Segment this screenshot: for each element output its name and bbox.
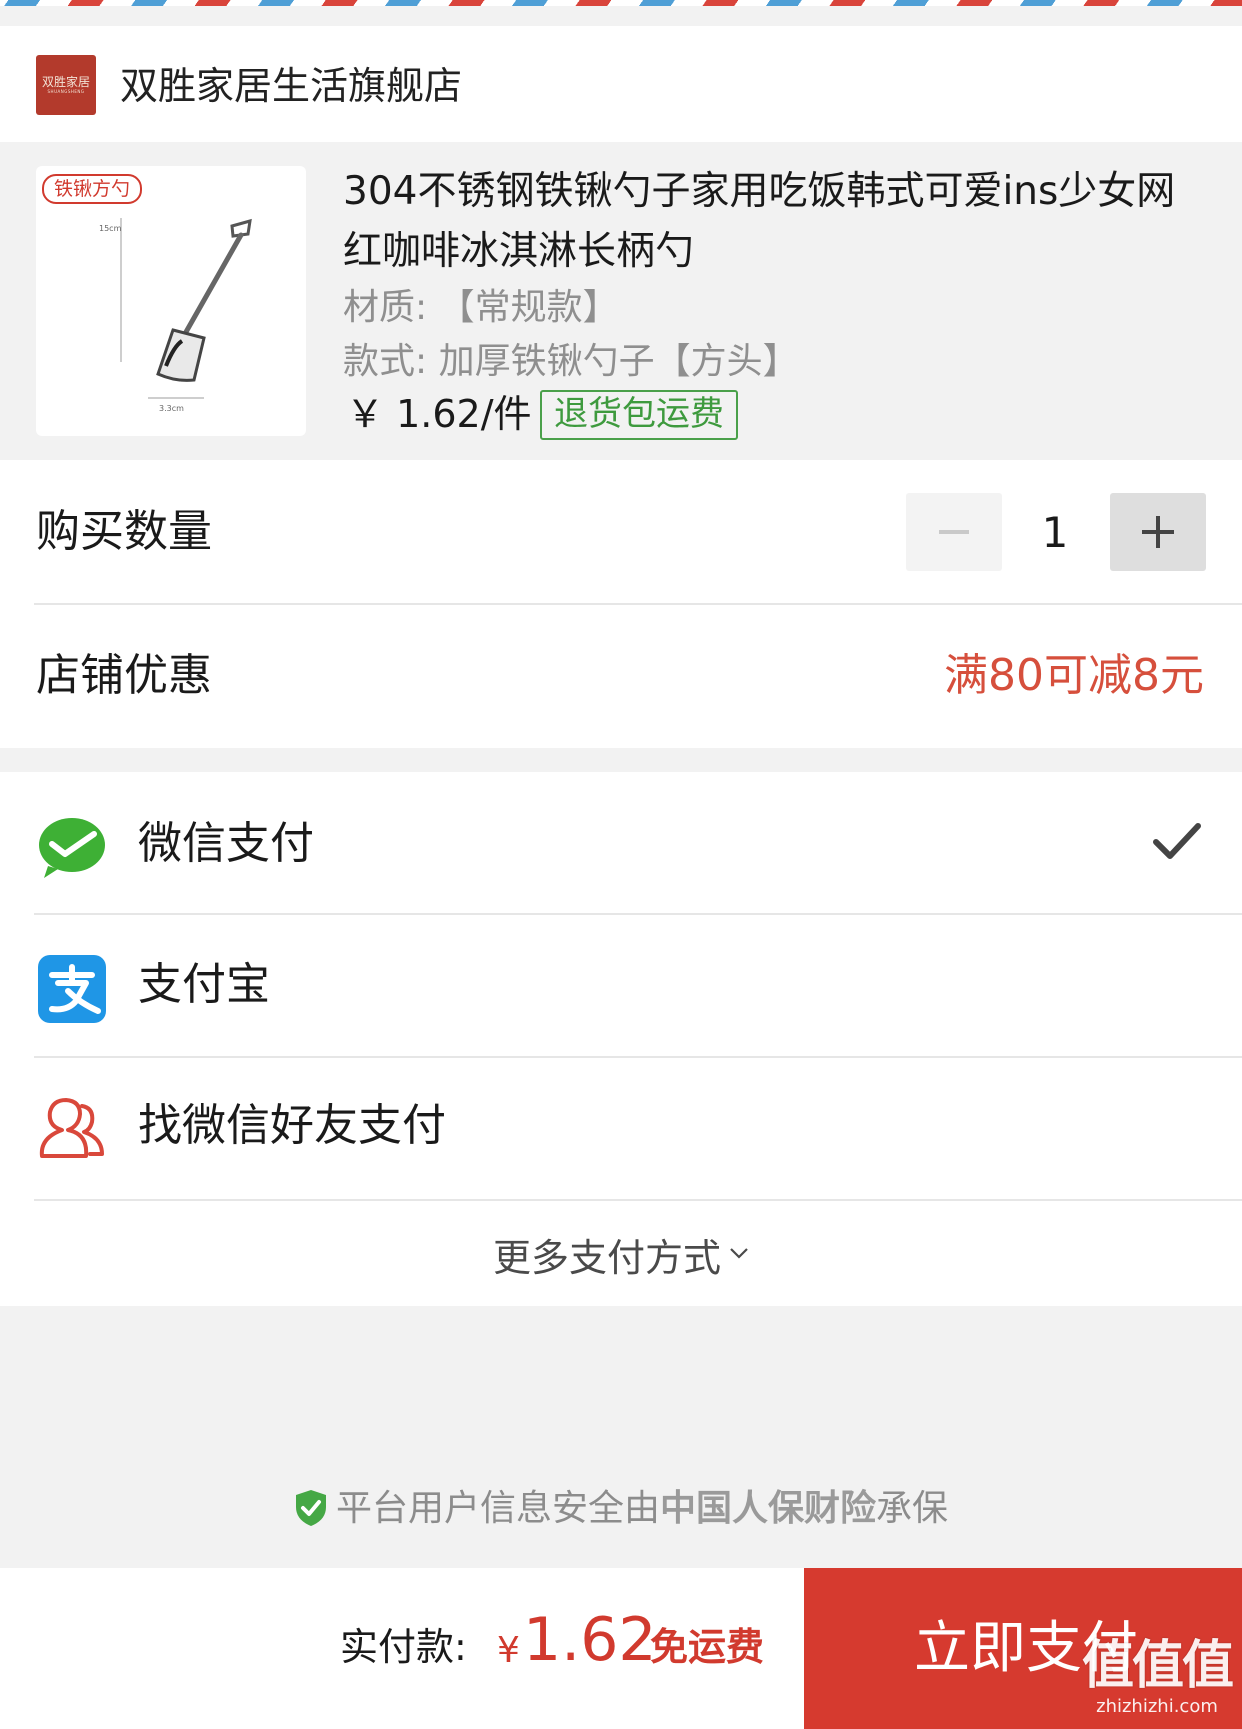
payment-label-friend: 找微信好友支付	[138, 1100, 446, 1151]
security-prefix: 平台用户信息安全由	[335, 1488, 660, 1529]
payment-option-alipay[interactable]: 支付宝	[0, 915, 1242, 1058]
payment-label-alipay: 支付宝	[138, 959, 270, 1010]
airmail-border	[0, 0, 1242, 6]
alipay-icon	[38, 955, 106, 1023]
watermark-logo: 值值值	[1082, 1636, 1234, 1696]
return-shipping-badge: 退货包运费	[540, 390, 738, 440]
store-logo-text: 双胜家居	[41, 74, 90, 89]
free-shipping-label: 免运费	[650, 1625, 765, 1669]
order-options: 购买数量 1 店铺优惠 满80可减8元	[0, 460, 1242, 748]
insurer-name: 中国人保财险	[659, 1488, 876, 1529]
wechat-pay-icon	[39, 818, 105, 878]
plus-icon-vertical	[1156, 516, 1160, 548]
more-payment-label: 更多支付方式	[492, 1236, 721, 1280]
product-title: 304不锈钢铁锹勺子家用吃饭韩式可爱ins少女网红咖啡冰淇淋长柄勺	[343, 169, 1176, 274]
watermark-site: zhizhizhi.com	[1096, 1696, 1218, 1717]
store-name[interactable]: 双胜家居生活旗舰店	[120, 62, 462, 110]
quantity-label: 购买数量	[36, 506, 212, 557]
friends-pay-icon	[39, 1098, 104, 1158]
checkmark-icon	[1153, 823, 1201, 859]
total-currency: ¥	[497, 1630, 520, 1671]
total-amount: 1.62	[523, 1605, 657, 1675]
product-image[interactable]: 铁锹方勺 15cm 3.3cm	[36, 166, 306, 436]
quantity-value[interactable]: 1	[1022, 506, 1088, 560]
store-logo-subtext: SHUANGSHENG	[47, 88, 85, 94]
product-material: 材质: 【常规款】	[343, 287, 619, 328]
product-price: ￥ 1.62/件	[346, 392, 532, 436]
chevron-down-icon	[730, 1248, 748, 1259]
store-discount-label: 店铺优惠	[36, 650, 212, 701]
checkout-bar: 实付款: ¥ 1.62 免运费 立即支付	[0, 1568, 1242, 1729]
store-logo: 双胜家居 SHUANGSHENG	[36, 55, 96, 115]
product-card: 铁锹方勺 15cm 3.3cm 304不锈钢铁锹勺子家用吃饭韩式可爱ins少女网…	[0, 142, 1242, 460]
total-label: 实付款:	[340, 1625, 467, 1669]
quantity-decrease-button[interactable]	[906, 493, 1002, 571]
quantity-increase-button[interactable]	[1110, 493, 1206, 571]
spoon-illustration	[120, 218, 252, 399]
product-image-width-label: 3.3cm	[159, 404, 184, 413]
security-suffix: 承保	[876, 1488, 949, 1529]
minus-icon	[939, 530, 969, 534]
site-watermark: 值值值 zhizhizhi.com	[1082, 1636, 1234, 1718]
more-payment-methods[interactable]: 更多支付方式	[0, 1234, 1242, 1282]
divider	[34, 603, 1242, 605]
payment-methods: 微信支付 支付宝 找微信好友支付 更多支付方式	[0, 772, 1242, 1306]
payment-option-friend[interactable]: 找微信好友支付	[0, 1058, 1242, 1201]
payment-option-wechat[interactable]: 微信支付	[0, 772, 1242, 915]
divider	[34, 1199, 1242, 1201]
product-image-height-label: 15cm	[99, 224, 122, 233]
store-header[interactable]: 双胜家居 SHUANGSHENG 双胜家居生活旗舰店	[0, 26, 1242, 142]
product-style: 款式: 加厚铁锹勺子【方头】	[343, 341, 799, 382]
shield-icon	[295, 1490, 326, 1526]
payment-label-wechat: 微信支付	[138, 818, 314, 869]
store-discount-value[interactable]: 满80可减8元	[944, 648, 1204, 704]
security-notice: 平台用户信息安全由中国人保财险承保	[0, 1486, 1242, 1532]
